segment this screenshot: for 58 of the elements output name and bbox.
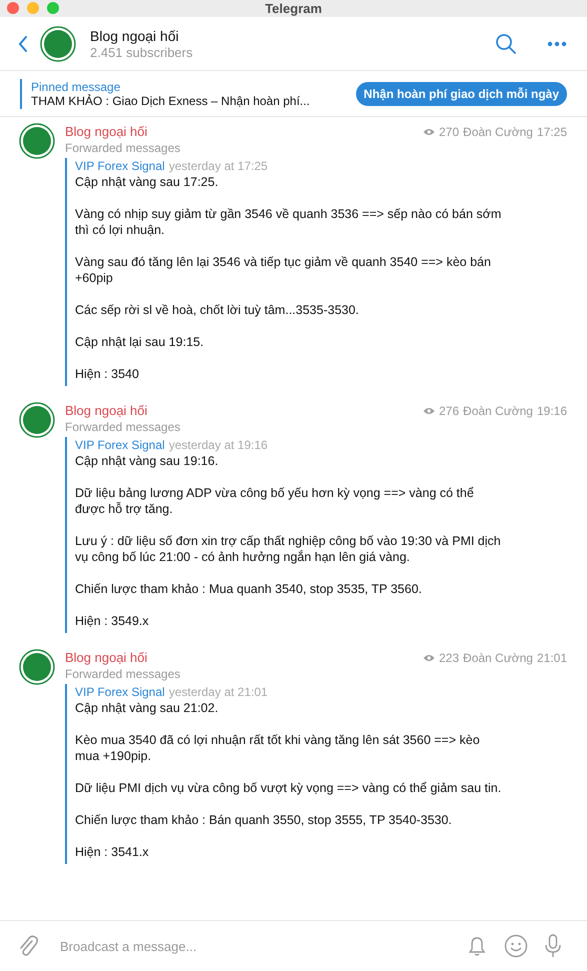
forward-time: yesterday at 21:01: [168, 684, 268, 700]
back-icon[interactable]: [18, 36, 28, 52]
message-paragraph: Cập nhật lại sau 19:15.: [75, 334, 205, 350]
search-icon[interactable]: [495, 32, 517, 54]
view-count: 223: [439, 650, 460, 664]
window-title: Telegram: [265, 1, 322, 16]
message-time: 21:01: [536, 650, 567, 664]
message-paragraph: Cập nhật vàng sau 19:16.: [75, 453, 220, 469]
forward-time: yesterday at 17:25: [168, 158, 268, 174]
pinned-action-button[interactable]: Nhận hoàn phí giao dịch mỗi ngày: [356, 82, 567, 106]
emoji-icon[interactable]: [504, 934, 528, 958]
message-paragraph: Các sếp rời sl về hoà, chốt lời tuỳ tâm...3535-3530.: [75, 302, 360, 318]
message-paragraph: Cập nhật vàng sau 17:25.: [75, 174, 220, 190]
microphone-icon[interactable]: [544, 934, 562, 958]
paperclip-icon[interactable]: [18, 935, 38, 957]
bell-icon[interactable]: [466, 935, 488, 957]
forwarded-label: Forwarded messages: [65, 666, 180, 683]
sender-name[interactable]: Blog ngoại hối: [65, 649, 180, 666]
forward-source[interactable]: VIP Forex Signal: [75, 437, 165, 453]
more-icon[interactable]: [547, 40, 567, 46]
message-paragraph: Dữ liệu bảng lương ADP vừa công bố yếu hơn kỳ vọng ==> vàng có thể được hỗ trợ tăng.: [75, 485, 475, 517]
message-paragraph: Hiện : 3541.x: [75, 844, 150, 861]
forwarded-label: Forwarded messages: [65, 140, 180, 157]
message-paragraph: Kèo mua 3540 đã có lợi nhuận rất tốt khi vàng tăng lên sát 3560 ==> kèo mua +190pip.: [75, 732, 481, 764]
view-count: 276: [439, 404, 460, 418]
message-time: 19:16: [536, 404, 567, 418]
message-paragraph: Dữ liệu PMI dịch vụ vừa công bố vượt kỳ vọng ==> vàng có thể giảm sau tin.: [75, 780, 502, 796]
pinned-label: Pinned message: [31, 80, 122, 94]
message-paragraph: Chiến lược tham khảo : Mua quanh 3540, stop 3535, TP 3560.: [75, 581, 423, 597]
author-name: Đoàn Cường: [463, 124, 533, 138]
channel-avatar-icon[interactable]: [19, 123, 55, 159]
close-button[interactable]: [7, 2, 19, 14]
eye-icon: [423, 654, 435, 662]
sender-name[interactable]: Blog ngoại hối: [65, 402, 180, 419]
channel-avatar-icon[interactable]: [19, 649, 55, 685]
eye-icon: [423, 406, 435, 414]
message-paragraph: Vàng sau đó tăng lên lại 3546 và tiếp tục giảm về quanh 3540 ==> kèo bán +60pip: [75, 254, 492, 286]
message-paragraph: Chiến lược tham khảo : Bán quanh 3550, stop 3555, TP 3540-3530.: [75, 812, 453, 828]
author-name: Đoàn Cường: [463, 404, 533, 418]
message-paragraph: Lưu ý : dữ liệu số đơn xin trợ cấp thất nghiệp công bố vào 19:30 và PMI dịch vụ công bố lúc 21:00 - có ảnh hưởng ngắn hạn lên giá vàng.: [75, 533, 502, 565]
channel-name: Blog ngoại hối: [90, 28, 180, 44]
forward-source[interactable]: VIP Forex Signal: [75, 684, 165, 700]
channel-avatar-icon[interactable]: [19, 402, 55, 438]
pinned-message-text[interactable]: THAM KHẢO : Giao Dịch Exness – Nhận hoàn phí...: [31, 94, 356, 108]
message-paragraph: Cập nhật vàng sau 21:02.: [75, 700, 220, 716]
author-name: Đoàn Cường: [463, 650, 533, 664]
forwarded-label: Forwarded messages: [65, 419, 180, 436]
sender-name[interactable]: Blog ngoại hối: [65, 123, 180, 140]
forward-time: yesterday at 19:16: [168, 437, 268, 453]
subscriber-count: 2.451 subscribers: [90, 44, 194, 60]
message-paragraph: Hiện : 3549.x: [75, 613, 150, 630]
view-count: 270: [439, 124, 460, 138]
message-paragraph: Vàng có nhịp suy giảm từ gần 3546 về quanh 3536 ==> sếp nào có bán sớm thì có lợi nhuận.: [75, 206, 502, 238]
eye-icon: [423, 128, 435, 136]
message-paragraph: Hiện : 3540: [75, 366, 140, 383]
message-time: 17:25: [536, 124, 567, 138]
channel-avatar-icon[interactable]: [40, 26, 76, 62]
forward-source[interactable]: VIP Forex Signal: [75, 158, 165, 174]
